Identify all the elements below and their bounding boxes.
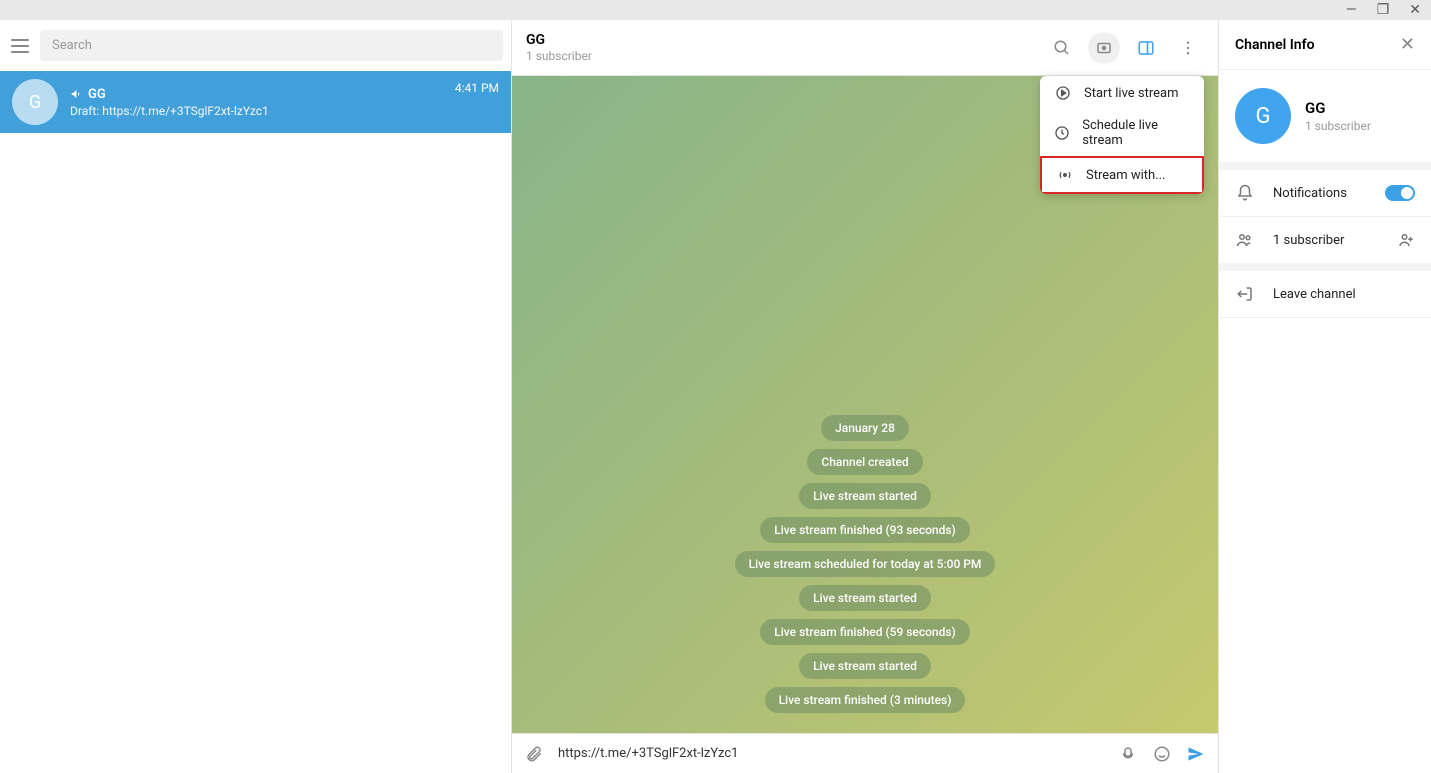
mute-icon[interactable] — [1118, 744, 1138, 764]
menu-button[interactable] — [8, 34, 32, 58]
leave-icon — [1235, 285, 1255, 303]
clock-icon — [1054, 124, 1070, 142]
left-panel: Search G GG Draft: https://t.me/+3TSglF2… — [0, 20, 512, 773]
chat-view: GG 1 subscriber — [512, 20, 1218, 773]
minimize-button[interactable]: — — [1346, 2, 1357, 18]
channel-avatar: G — [1235, 88, 1291, 144]
notifications-toggle[interactable] — [1385, 185, 1415, 201]
sidepanel-icon[interactable] — [1130, 32, 1162, 64]
service-message: Live stream finished (59 seconds) — [760, 619, 970, 645]
chat-header: GG 1 subscriber — [512, 20, 1218, 76]
service-message: Live stream started — [799, 653, 931, 679]
more-icon[interactable] — [1172, 32, 1204, 64]
emoji-icon[interactable] — [1152, 744, 1172, 764]
start-stream-item[interactable]: Start live stream — [1040, 76, 1204, 110]
stream-with-item[interactable]: Stream with... — [1040, 156, 1204, 194]
play-icon — [1054, 84, 1072, 102]
chat-list-item[interactable]: G GG Draft: https://t.me/+3TSglF2xt-lzYz… — [0, 71, 511, 133]
schedule-stream-item[interactable]: Schedule live stream — [1040, 110, 1204, 156]
chat-header-subtitle: 1 subscriber — [526, 49, 1046, 63]
stream-dropdown: Start live stream Schedule live stream S… — [1040, 76, 1204, 194]
message-input[interactable] — [558, 746, 1104, 761]
chat-header-title: GG — [526, 32, 1046, 48]
service-message: Live stream finished (93 seconds) — [760, 517, 970, 543]
message-input-bar — [512, 733, 1218, 773]
chat-time: 4:41 PM — [455, 81, 499, 95]
maximize-button[interactable]: ❐ — [1377, 2, 1390, 18]
close-icon[interactable]: ✕ — [1400, 34, 1415, 55]
service-message: Live stream finished (3 minutes) — [765, 687, 966, 713]
search-input[interactable]: Search — [40, 30, 503, 61]
channel-name: GG — [1305, 99, 1371, 117]
search-icon[interactable] — [1046, 32, 1078, 64]
channel-info-panel: Channel Info ✕ G GG 1 subscriber Notific… — [1218, 20, 1431, 773]
notifications-row[interactable]: Notifications — [1219, 170, 1431, 217]
subscribers-row[interactable]: 1 subscriber — [1219, 217, 1431, 271]
leave-channel-row[interactable]: Leave channel — [1219, 271, 1431, 318]
service-message: Live stream started — [799, 585, 931, 611]
live-stream-icon[interactable] — [1088, 32, 1120, 64]
panel-title: Channel Info — [1235, 37, 1315, 53]
channel-subscribers: 1 subscriber — [1305, 119, 1371, 133]
bell-icon — [1235, 184, 1255, 202]
megaphone-icon — [70, 87, 84, 101]
send-button[interactable] — [1186, 744, 1206, 764]
close-window-button[interactable]: ✕ — [1409, 2, 1421, 18]
people-icon — [1235, 231, 1255, 249]
add-user-icon[interactable] — [1397, 231, 1415, 249]
service-message: Live stream scheduled for today at 5:00 … — [735, 551, 996, 577]
service-message: January 28 — [821, 415, 909, 441]
chat-title: GG — [88, 87, 106, 102]
chat-preview: Draft: https://t.me/+3TSglF2xt-lzYzc1 — [70, 104, 443, 118]
service-message: Channel created — [807, 449, 922, 475]
broadcast-icon — [1056, 166, 1074, 184]
chat-avatar: G — [12, 79, 58, 125]
service-message: Live stream started — [799, 483, 931, 509]
window-titlebar: — ❐ ✕ — [0, 0, 1431, 20]
attach-icon[interactable] — [524, 744, 544, 764]
